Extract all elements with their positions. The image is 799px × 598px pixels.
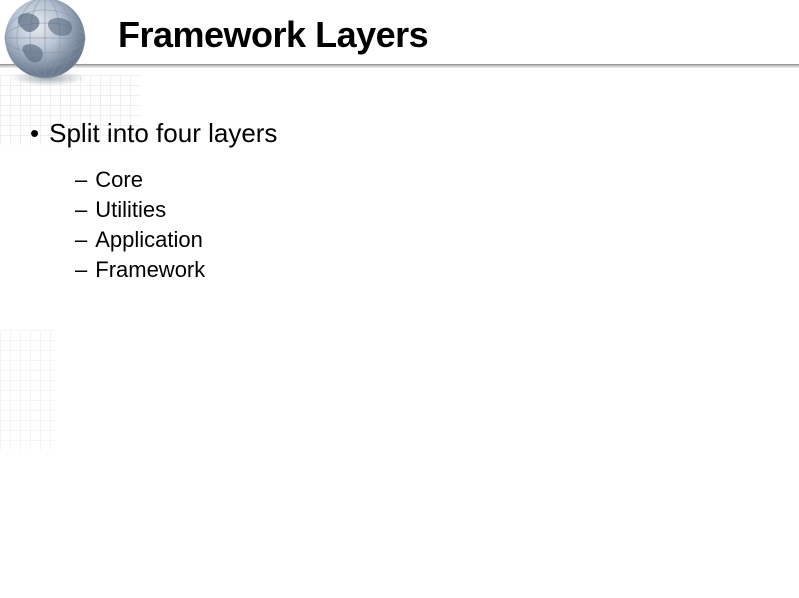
main-bullet: • Split into four layers [30, 118, 277, 149]
grid-decoration-left [0, 330, 55, 450]
sub-item-text: Core [95, 167, 143, 193]
list-item: – Utilities [75, 197, 277, 223]
dash-icon: – [75, 197, 87, 223]
dash-icon: – [75, 257, 87, 283]
list-item: – Application [75, 227, 277, 253]
slide-content: • Split into four layers – Core – Utilit… [30, 118, 277, 287]
list-item: – Core [75, 167, 277, 193]
sub-item-text: Utilities [95, 197, 166, 223]
sub-list: – Core – Utilities – Application – Frame… [75, 167, 277, 283]
title-divider [0, 64, 799, 68]
list-item: – Framework [75, 257, 277, 283]
globe-icon [0, 0, 100, 90]
main-bullet-text: Split into four layers [49, 118, 277, 149]
bullet-dot-icon: • [30, 118, 39, 146]
dash-icon: – [75, 227, 87, 253]
dash-icon: – [75, 167, 87, 193]
sub-item-text: Framework [95, 257, 205, 283]
slide-title: Framework Layers [118, 14, 428, 56]
sub-item-text: Application [95, 227, 203, 253]
